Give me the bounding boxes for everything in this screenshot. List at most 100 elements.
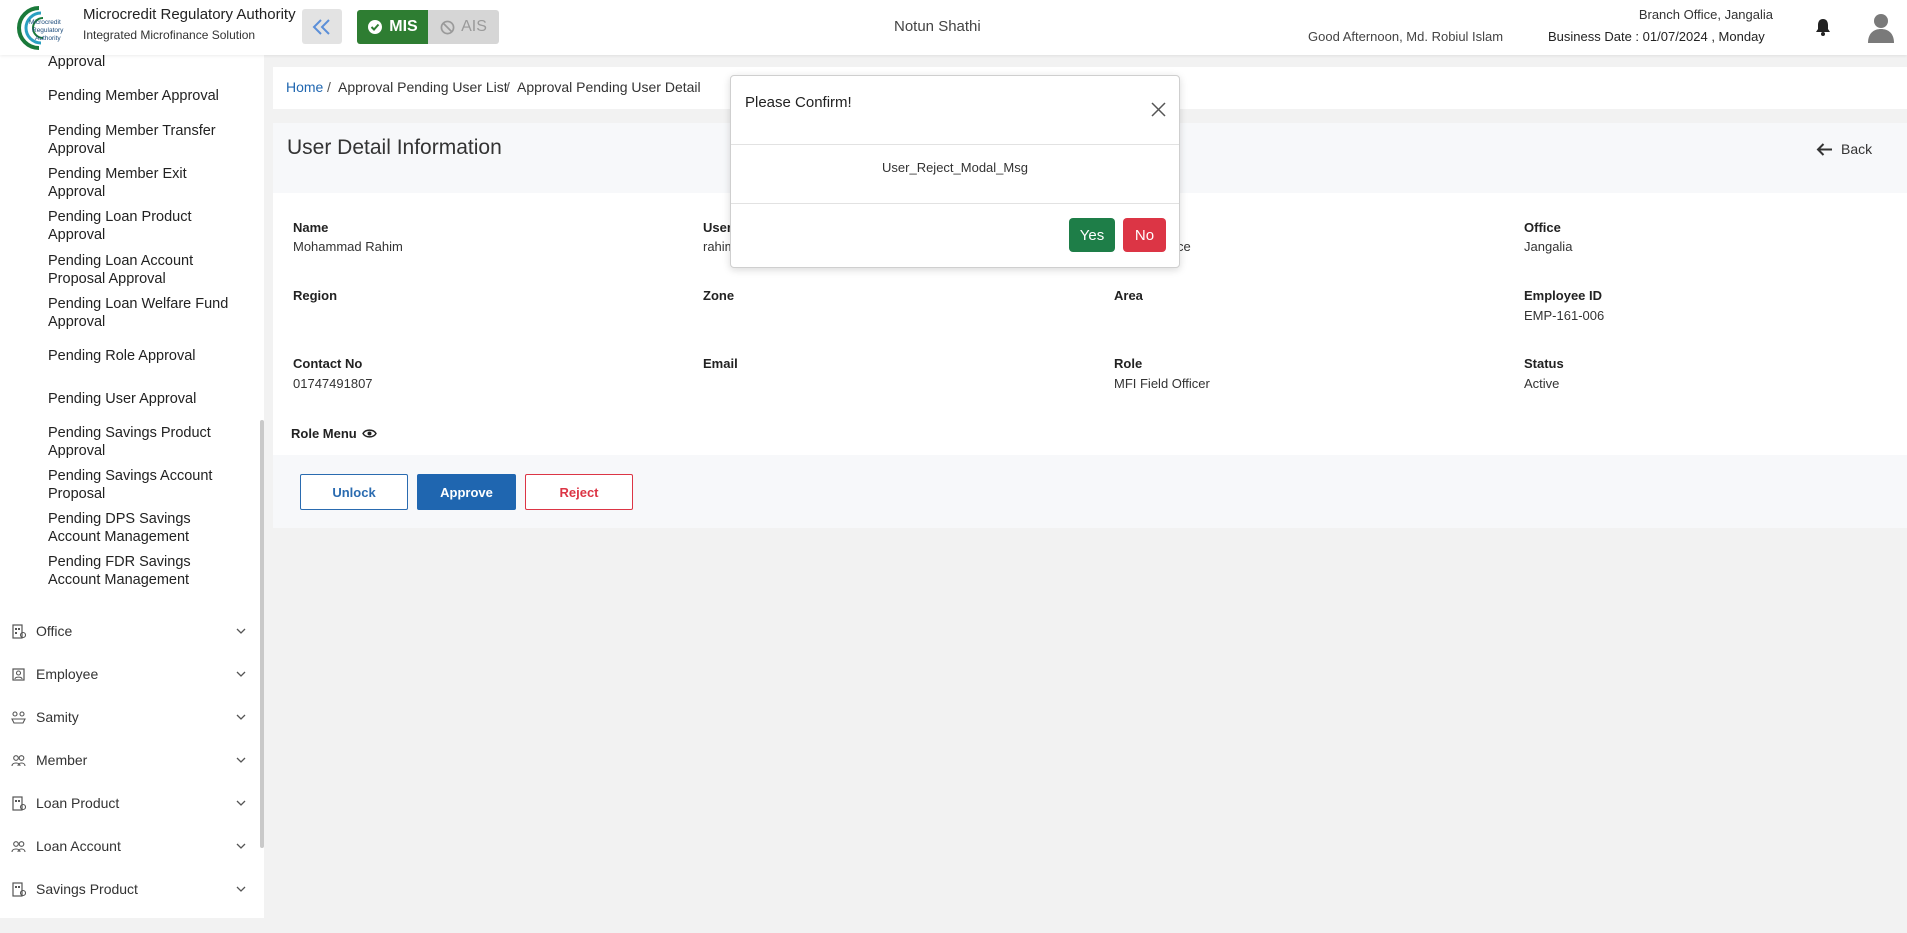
mis-toggle-button[interactable]: MIS (357, 10, 428, 44)
samity-icon (11, 711, 26, 724)
yes-button[interactable]: Yes (1069, 218, 1115, 252)
back-label: Back (1841, 141, 1873, 157)
org-name: Microcredit Regulatory Authority (83, 6, 296, 23)
email-label: Email (703, 356, 738, 371)
sidebar-subitem-pending-loan-welfare-fund-approval[interactable]: Pending Loan Welfare Fund Approval (48, 295, 238, 331)
area-label: Area (1114, 288, 1143, 303)
chevron-down-icon (236, 671, 246, 677)
savings-product-icon (12, 882, 26, 897)
logo-line-3: Authority (35, 35, 61, 42)
no-button[interactable]: No (1123, 218, 1166, 252)
contact-no-label: Contact No (293, 356, 363, 371)
zone-label: Zone (703, 288, 735, 303)
sidebar-subitem-pending-member-approval[interactable]: Pending Member Approval (48, 87, 238, 105)
sidebar-item-office[interactable]: Office (0, 616, 255, 646)
office-label: Office (1524, 220, 1561, 235)
breadcrumb-separator: / (327, 79, 331, 95)
modal-divider (731, 203, 1179, 204)
check-circle-icon (368, 20, 383, 34)
sidebar-subitem-approval-tail[interactable]: Approval (48, 55, 238, 71)
sidebar-item-office-label: Office (36, 623, 73, 639)
back-button[interactable]: Back (1816, 141, 1872, 157)
user-avatar[interactable] (1866, 11, 1896, 48)
chevron-down-icon (236, 714, 246, 720)
sidebar: Approval Pending Member Approval Pending… (0, 55, 264, 918)
logo-line-2: Regulatory (32, 27, 64, 34)
sidebar-subitem-pending-dps-savings-account-management[interactable]: Pending DPS Savings Account Management (48, 510, 238, 546)
breadcrumb-approval-pending-user-detail: Approval Pending User Detail (517, 79, 701, 95)
approve-button[interactable]: Approve (417, 474, 516, 510)
sidebar-subitem-pending-member-exit-approval[interactable]: Pending Member Exit Approval (48, 165, 238, 201)
mra-logo: Microcredit Regulatory Authority (9, 4, 75, 50)
sidebar-item-employee-label: Employee (36, 666, 99, 682)
arrow-left-icon (1816, 142, 1832, 156)
breadcrumb-home[interactable]: Home (286, 79, 323, 95)
user-greeting: Good Afternoon, Md. Robiul Islam (1308, 29, 1504, 44)
ais-toggle-button[interactable]: AIS (428, 10, 499, 44)
loan-account-icon (11, 841, 26, 853)
sidebar-item-loan-account-label: Loan Account (36, 838, 121, 854)
sidebar-subitem-pending-role-approval[interactable]: Pending Role Approval (48, 347, 238, 365)
breadcrumb-approval-pending-user-list[interactable]: Approval Pending User List (338, 79, 508, 95)
chevron-down-icon (236, 757, 246, 763)
role-menu-label: Role Menu (291, 426, 357, 441)
chevron-down-icon (236, 843, 246, 849)
contact-no-value: 01747491807 (293, 376, 373, 391)
role-menu[interactable]: Role Menu (291, 426, 377, 441)
sidebar-item-member-label: Member (36, 752, 88, 768)
sidebar-item-samity-label: Samity (36, 709, 79, 725)
loan-product-icon (12, 796, 26, 811)
name-value: Mohammad Rahim (293, 239, 403, 254)
close-icon[interactable] (1151, 102, 1166, 122)
page-title: User Detail Information (287, 136, 502, 159)
sidebar-scrollbar[interactable] (260, 420, 264, 848)
logo-line-1: Microcredit (29, 19, 61, 26)
employee-id-value: EMP-161-006 (1524, 308, 1605, 323)
office-value: Jangalia (1524, 239, 1573, 254)
building-icon (12, 624, 26, 639)
top-header: Microcredit Regulatory Authority Microcr… (0, 0, 1907, 55)
sidebar-item-employee[interactable]: Employee (0, 659, 255, 689)
sidebar-item-savings-product-label: Savings Product (36, 881, 138, 897)
sidebar-subitem-pending-user-approval[interactable]: Pending User Approval (48, 390, 238, 408)
sidebar-subitem-pending-savings-account-proposal[interactable]: Pending Savings Account Proposal (48, 467, 238, 503)
sidebar-item-loan-account[interactable]: Loan Account (0, 831, 255, 861)
chevron-down-icon (236, 628, 246, 634)
modal-title: Please Confirm! (745, 94, 852, 111)
sidebar-subitem-pending-member-transfer-approval[interactable]: Pending Member Transfer Approval (48, 122, 238, 158)
employee-icon (12, 668, 25, 681)
unlock-button[interactable]: Unlock (300, 474, 408, 510)
user-label: User (703, 220, 732, 235)
role-value: MFI Field Officer (1114, 376, 1210, 391)
status-value: Active (1524, 376, 1560, 391)
bell-icon[interactable] (1814, 17, 1832, 42)
sidebar-subitem-pending-fdr-savings-account-management[interactable]: Pending FDR Savings Account Management (48, 553, 238, 589)
sidebar-subitem-pending-loan-product-approval[interactable]: Pending Loan Product Approval (48, 208, 238, 244)
sidebar-subitem-pending-savings-product-approval[interactable]: Pending Savings Product Approval (48, 424, 238, 460)
confirm-modal: Please Confirm! User_Reject_Modal_Msg Ye… (730, 75, 1180, 268)
modal-divider (731, 144, 1179, 145)
eye-icon (361, 429, 377, 438)
status-label: Status (1524, 356, 1564, 371)
chevron-down-icon (236, 886, 246, 892)
sidebar-item-savings-product[interactable]: Savings Product (0, 874, 255, 904)
role-label: Role (1114, 356, 1143, 371)
sidebar-item-member[interactable]: Member (0, 745, 255, 775)
breadcrumb-separator: / (506, 79, 510, 95)
region-label: Region (293, 288, 338, 303)
sidebar-item-samity[interactable]: Samity (0, 702, 255, 732)
ais-label: AIS (461, 18, 487, 35)
sidebar-item-loan-product[interactable]: Loan Product (0, 788, 255, 818)
sidebar-item-loan-product-label: Loan Product (36, 795, 120, 811)
chevron-down-icon (236, 800, 246, 806)
branch-office: Branch Office, Jangalia (1638, 7, 1773, 22)
mis-label: MIS (389, 18, 418, 35)
employee-id-label: Employee ID (1524, 288, 1603, 303)
double-chevron-left-icon (312, 18, 330, 35)
business-date: Business Date : 01/07/2024 , Monday (1548, 29, 1765, 44)
samity-name: Notun Shathi (894, 18, 981, 35)
action-bar (273, 455, 1907, 528)
reject-button[interactable]: Reject (525, 474, 633, 510)
sidebar-subitem-pending-loan-account-proposal-approval[interactable]: Pending Loan Account Proposal Approval (48, 252, 238, 288)
collapse-sidebar-button[interactable] (302, 9, 342, 44)
